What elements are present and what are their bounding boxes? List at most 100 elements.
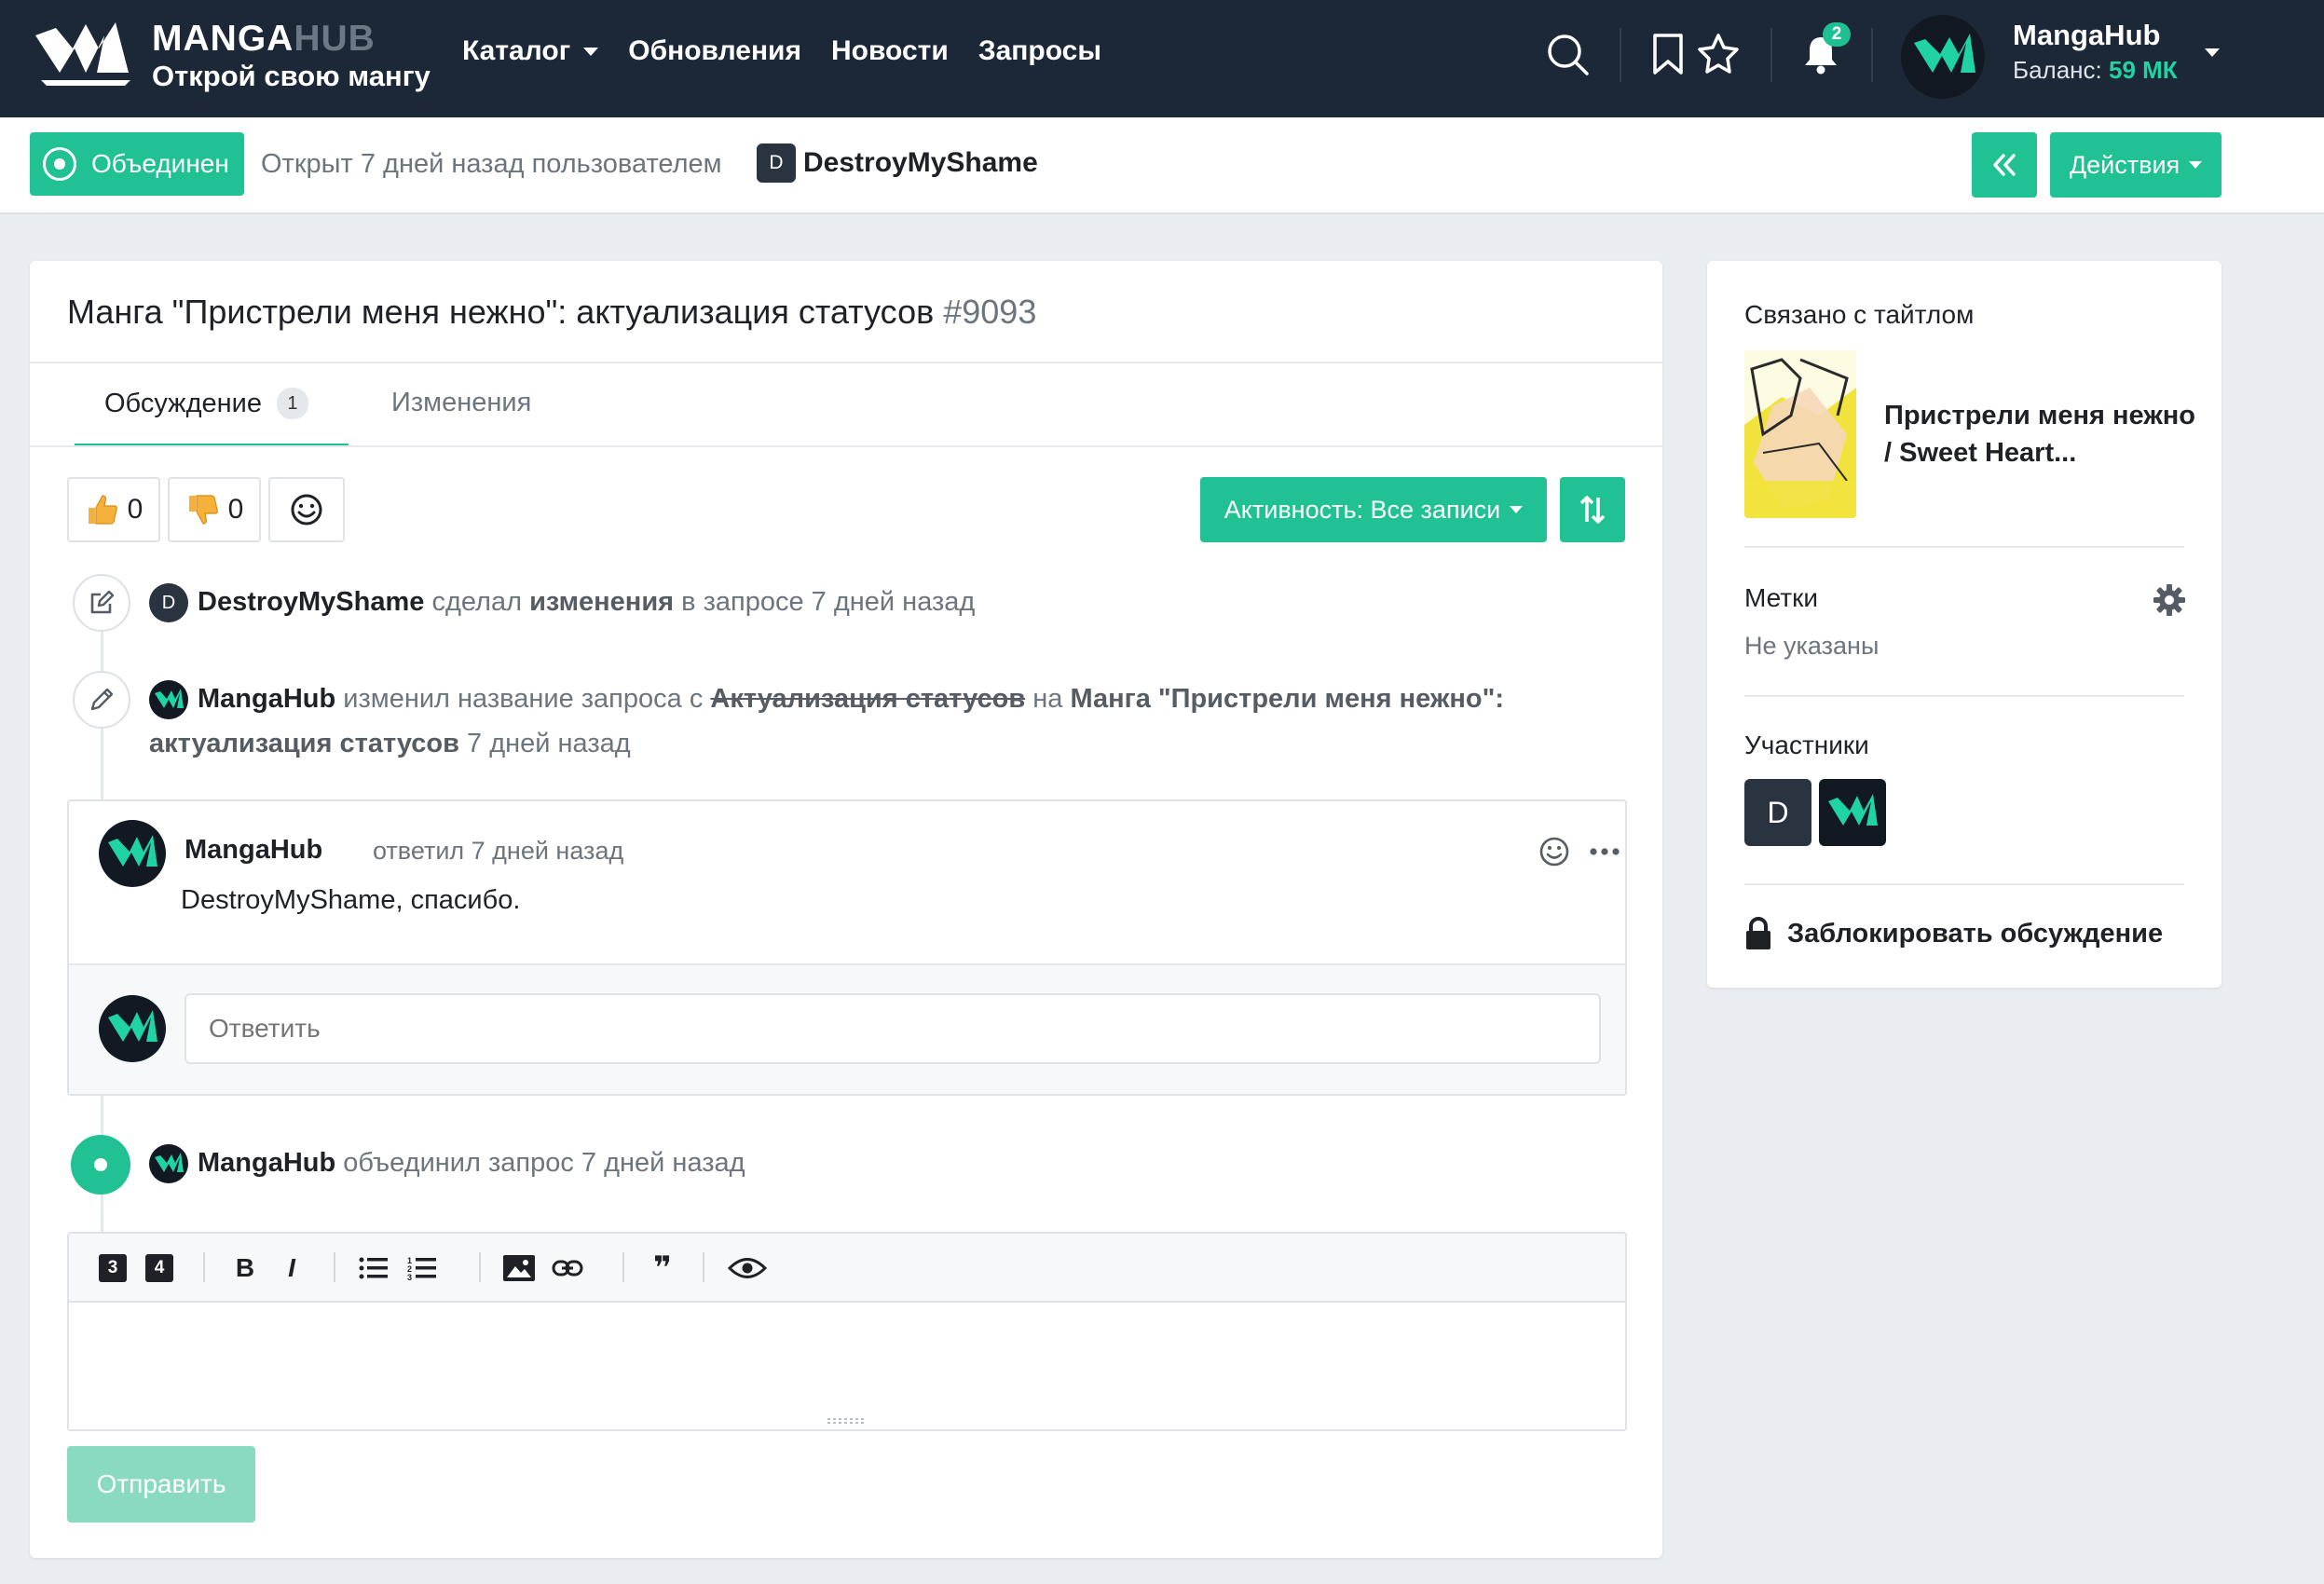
author-name-link[interactable]: DestroyMyShame: [803, 147, 1038, 179]
participant-avatar[interactable]: D: [1744, 779, 1811, 846]
brand-name[interactable]: MANGAHUB: [152, 19, 376, 60]
merged-event-icon: [71, 1135, 130, 1195]
insert-image-button[interactable]: [503, 1252, 535, 1284]
pencil-icon: [90, 688, 114, 711]
nav-requests[interactable]: Запросы: [978, 35, 1101, 67]
user-avatar[interactable]: [149, 1144, 188, 1183]
heading4-icon: 4: [145, 1254, 173, 1282]
changes-link[interactable]: изменения: [529, 587, 674, 617]
add-reaction-button[interactable]: [268, 477, 345, 542]
chevron-down-icon: [1510, 506, 1524, 513]
activity-filter-dropdown[interactable]: Активность: Все записи: [1200, 477, 1547, 542]
comment-card: MangaHub ответил 7 дней назад DestroyMyS…: [67, 799, 1627, 1096]
lock-discussion-label: Заблокировать обсуждение: [1787, 918, 2164, 949]
italic-button[interactable]: I: [276, 1252, 308, 1284]
nav-updates[interactable]: Обновления: [628, 35, 801, 67]
chevron-down-icon[interactable]: [2205, 48, 2220, 57]
comment-author-avatar[interactable]: [99, 820, 166, 887]
divider: [30, 445, 1662, 447]
collapse-sidebar-button[interactable]: [1972, 132, 2037, 198]
eye-icon: [728, 1258, 767, 1278]
thumbs-down-icon: [188, 495, 218, 525]
request-number: #9093: [943, 293, 1037, 331]
comment-author-name[interactable]: MangaHub: [185, 835, 322, 866]
smiley-icon: [291, 494, 322, 526]
tab-discussion-label: Обсуждение: [104, 388, 262, 418]
main-nav: Каталог Обновления Новости Запросы: [462, 35, 1101, 67]
italic-icon: I: [288, 1253, 295, 1282]
edit-event-icon: [73, 574, 130, 632]
event-user-link[interactable]: MangaHub: [198, 1148, 335, 1178]
participants-heading: Участники: [1744, 731, 1869, 759]
heading4-button[interactable]: 4: [144, 1252, 175, 1284]
nav-username[interactable]: MangaHub: [2013, 19, 2160, 52]
bullet-list-button[interactable]: [358, 1252, 390, 1284]
star-icon[interactable]: [1696, 32, 1741, 76]
numbered-list-button[interactable]: 1 2 3: [406, 1252, 438, 1284]
nav-catalog-label: Каталог: [462, 35, 571, 66]
tab-discussion[interactable]: Обсуждение 1: [104, 388, 308, 419]
event-user-link[interactable]: DestroyMyShame: [198, 587, 424, 617]
nav-divider: [1770, 28, 1772, 82]
sort-order-button[interactable]: [1560, 477, 1625, 542]
tab-changes[interactable]: Изменения: [391, 388, 531, 418]
preview-button[interactable]: [727, 1252, 768, 1284]
tab-count-badge: 1: [276, 388, 308, 419]
new-title: Манга "Пристрели меня нежно":: [1070, 684, 1505, 714]
comment-editor: 3 4 B I 1 2 3 ❞: [67, 1232, 1627, 1431]
nav-news[interactable]: Новости: [831, 35, 949, 67]
author-avatar[interactable]: D: [757, 143, 796, 183]
notification-badge: 2: [1823, 22, 1851, 47]
reply-input[interactable]: [185, 993, 1601, 1064]
quote-icon: ❞: [653, 1250, 672, 1286]
dislike-button[interactable]: 0: [168, 477, 261, 542]
actions-label: Действия: [2069, 150, 2180, 179]
search-icon[interactable]: [1545, 32, 1590, 76]
lock-discussion-button[interactable]: Заблокировать обсуждение: [1744, 917, 2163, 950]
mangahub-logo-icon[interactable]: [32, 15, 134, 89]
reply-area: [69, 963, 1625, 1094]
nav-balance: Баланс: 59 МК: [2013, 56, 2178, 84]
rename-event-icon: [73, 671, 130, 729]
chevron-down-icon: [2189, 161, 2203, 169]
manga-cover-image[interactable]: [1744, 350, 1856, 518]
submit-button[interactable]: Отправить: [67, 1446, 255, 1523]
mangahub-logo-icon: [155, 1153, 184, 1172]
like-button[interactable]: 0: [67, 477, 160, 542]
comment-textarea[interactable]: [69, 1304, 1625, 1429]
bold-button[interactable]: B: [229, 1252, 261, 1284]
request-main-card: Манга "Пристрели меня нежно": актуализац…: [30, 261, 1662, 1558]
top-navbar: MANGAHUB Открой свою мангу Каталог Обнов…: [0, 0, 2324, 117]
link-icon: [552, 1260, 583, 1277]
participant-avatar[interactable]: [1819, 779, 1886, 846]
quote-button[interactable]: ❞: [647, 1250, 678, 1286]
linked-title-link[interactable]: Пристрели меня нежно / Sweet Heart...: [1884, 397, 2201, 471]
request-title: Манга "Пристрели меня нежно": актуализац…: [67, 293, 1037, 331]
merged-status-icon: [43, 147, 76, 181]
nav-catalog[interactable]: Каталог: [462, 35, 599, 67]
insert-link-button[interactable]: [552, 1252, 583, 1284]
user-avatar[interactable]: [1901, 15, 1985, 99]
sort-arrows-icon: [1579, 496, 1606, 524]
toolbar-divider: [622, 1252, 624, 1282]
event-user-link[interactable]: MangaHub: [198, 684, 335, 714]
bold-icon: B: [235, 1253, 255, 1282]
resize-handle-icon[interactable]: [826, 1416, 868, 1426]
mangahub-logo-icon: [155, 689, 184, 708]
actions-dropdown-button[interactable]: Действия: [2050, 132, 2221, 198]
user-avatar[interactable]: [149, 680, 188, 719]
like-count: 0: [127, 494, 144, 525]
comment-meta: ответил 7 дней назад: [373, 837, 624, 865]
user-avatar[interactable]: D: [149, 583, 188, 622]
thumbs-up-icon: [88, 495, 117, 525]
sidebar-card: Связано с тайтлом Пристрели меня нежно /…: [1707, 261, 2221, 988]
smiley-icon[interactable]: [1538, 835, 1571, 868]
mangahub-logo-icon: [108, 835, 157, 867]
edit-square-icon: [90, 590, 115, 614]
gear-icon[interactable]: [2153, 583, 2186, 617]
heading3-button[interactable]: 3: [97, 1252, 129, 1284]
bookmark-icon[interactable]: [1646, 32, 1690, 76]
lock-icon: [1746, 917, 1770, 949]
more-options-icon[interactable]: [1588, 839, 1621, 865]
bullet-list-icon: [359, 1257, 388, 1279]
